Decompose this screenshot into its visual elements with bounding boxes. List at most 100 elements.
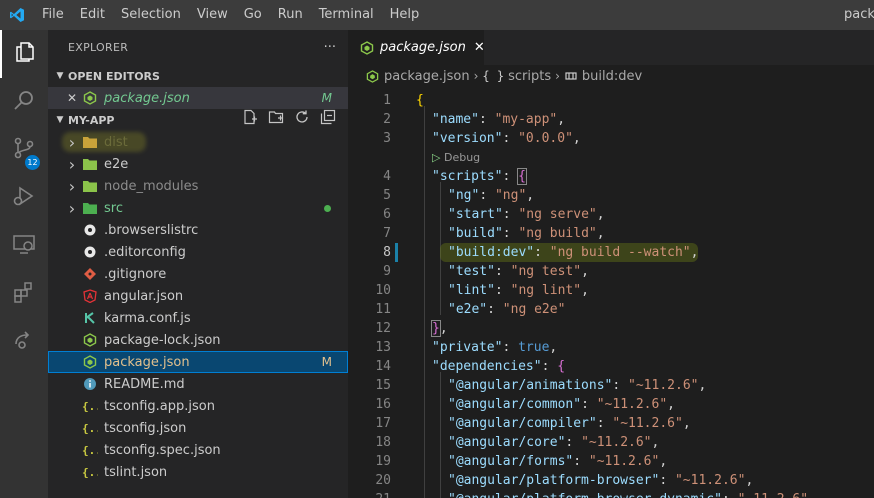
code-text: { xyxy=(416,93,424,108)
explorer-activity-button[interactable] xyxy=(0,30,48,78)
vscode-logo-icon xyxy=(0,0,34,30)
open-editors-section-header[interactable]: ▼ OPEN EDITORS xyxy=(48,65,348,87)
git-status-badge: M xyxy=(321,355,332,369)
tree-item-label: karma.conf.js xyxy=(104,310,191,326)
tree-file--gitignore[interactable]: .gitignore xyxy=(48,263,348,285)
svg-text:{..}: {..} xyxy=(82,400,98,413)
tab-label: package.json xyxy=(380,40,466,55)
tree-folder-e2e[interactable]: › e2e xyxy=(48,153,348,175)
code-text: "start": "ng serve", xyxy=(448,207,605,222)
breadcrumb: package.json › { } scripts › build:dev xyxy=(348,65,874,87)
src-folder-icon xyxy=(82,200,98,216)
debug-codelens[interactable]: ▷ Debug xyxy=(432,148,480,167)
line-number: 8 xyxy=(383,245,391,260)
open-editor-status: M xyxy=(321,91,332,105)
tree-file-package-json[interactable]: package.json M xyxy=(48,351,348,373)
tree-file-package-lock-json[interactable]: package-lock.json xyxy=(48,329,348,351)
tree-file--editorconfig[interactable]: .editorconfig xyxy=(48,241,348,263)
tree-file-tsconfig-spec-json[interactable]: {..} tsconfig.spec.json xyxy=(48,439,348,461)
tree-file-tsconfig-json[interactable]: {..} tsconfig.json xyxy=(48,417,348,439)
code-text: "build": "ng build", xyxy=(448,226,605,241)
menu-help[interactable]: Help xyxy=(382,0,428,30)
collapse-all-icon[interactable] xyxy=(320,109,336,129)
explorer-sidebar: EXPLORER ··· ▼ OPEN EDITORS ✕ package.js… xyxy=(48,30,348,498)
tree-file-tslint-json[interactable]: {..} tslint.json xyxy=(48,461,348,483)
code-line: 2 "name": "my-app", xyxy=(348,110,874,129)
code-line: 13 "private": true, xyxy=(348,338,874,357)
code-text: "version": "0.0.0", xyxy=(432,131,581,146)
code-line: 9 "test": "ng test", xyxy=(348,262,874,281)
menu-selection[interactable]: Selection xyxy=(113,0,189,30)
dist-folder-icon xyxy=(82,134,98,150)
tree-folder-dist[interactable]: › dist xyxy=(48,131,348,153)
source-control-activity-button[interactable]: 12 xyxy=(0,126,48,174)
json-icon: {..} xyxy=(82,398,98,414)
tree-file-readme-md[interactable]: README.md xyxy=(48,373,348,395)
open-editor-item[interactable]: ✕ package.json M xyxy=(48,87,348,109)
refresh-icon[interactable] xyxy=(294,109,310,129)
nodejs-file-icon xyxy=(82,90,98,106)
live-share-icon xyxy=(12,328,36,356)
remote-explorer-activity-button[interactable] xyxy=(0,222,48,270)
code-line: 5 "ng": "ng", xyxy=(348,186,874,205)
code-line: 18 "@angular/core": "~11.2.6", xyxy=(348,433,874,452)
chevron-right-icon: › xyxy=(68,176,76,196)
code-line: 21 "@angular/platform-browser-dynamic": "… xyxy=(348,490,874,498)
menu-edit[interactable]: Edit xyxy=(72,0,113,30)
live-share-activity-button[interactable] xyxy=(0,318,48,366)
code-line: 15 "@angular/animations": "~11.2.6", xyxy=(348,376,874,395)
breadcrumb-build-dev[interactable]: build:dev xyxy=(582,69,642,84)
line-number: 4 xyxy=(383,169,391,184)
tree-folder-src[interactable]: › src xyxy=(48,197,348,219)
nodejs-file-icon xyxy=(366,69,379,83)
tree-file-angular-json[interactable]: angular.json xyxy=(48,285,348,307)
play-icon: ▷ xyxy=(432,151,444,164)
codelens-label: Debug xyxy=(443,151,481,164)
new-folder-icon[interactable] xyxy=(268,109,284,129)
extensions-activity-button[interactable] xyxy=(0,270,48,318)
code-text: "lint": "ng lint", xyxy=(448,283,589,298)
code-text: "@angular/forms": "~11.2.6", xyxy=(448,454,668,469)
json-icon: {..} xyxy=(82,420,98,436)
new-file-icon[interactable] xyxy=(242,109,258,129)
tree-file-karma-conf-js[interactable]: karma.conf.js xyxy=(48,307,348,329)
code-editor[interactable]: 1{2 "name": "my-app", 3 "version": "0.0.0",… xyxy=(348,87,874,498)
menu-go[interactable]: Go xyxy=(236,0,270,30)
more-actions-icon[interactable]: ··· xyxy=(324,40,336,55)
tree-file-tsconfig-app-json[interactable]: {..} tsconfig.app.json xyxy=(48,395,348,417)
modified-dot-icon xyxy=(324,204,331,212)
search-icon xyxy=(12,88,36,116)
tree-item-label: README.md xyxy=(104,376,185,392)
line-number: 20 xyxy=(375,473,391,488)
run-debug-activity-button[interactable] xyxy=(0,174,48,222)
close-tab-icon[interactable]: ✕ xyxy=(474,40,485,55)
code-line: 17 "@angular/compiler": "~11.2.6", xyxy=(348,414,874,433)
menu-run[interactable]: Run xyxy=(270,0,311,30)
tree-folder-node-modules[interactable]: › node_modules xyxy=(48,175,348,197)
source-control-badge: 12 xyxy=(25,155,40,170)
tree-file--browserslistrc[interactable]: .browserslistrc xyxy=(48,219,348,241)
remote-explorer-icon xyxy=(12,232,36,260)
code-text: "@angular/compiler": "~11.2.6", xyxy=(448,416,691,431)
breadcrumb-file[interactable]: package.json xyxy=(384,69,470,84)
code-text: "scripts": { xyxy=(432,168,527,185)
breadcrumb-scripts[interactable]: scripts xyxy=(508,69,551,84)
search-activity-button[interactable] xyxy=(0,78,48,126)
line-number: 11 xyxy=(375,302,391,317)
window-title: packa xyxy=(844,7,874,22)
files-icon xyxy=(13,40,37,68)
tab-package-json[interactable]: package.json ✕ xyxy=(348,30,485,65)
chevron-right-icon: › xyxy=(68,198,76,218)
tree-item-label: node_modules xyxy=(104,178,199,194)
menu-view[interactable]: View xyxy=(189,0,236,30)
menu-file[interactable]: File xyxy=(34,0,72,30)
menu-terminal[interactable]: Terminal xyxy=(311,0,382,30)
line-number: 21 xyxy=(348,490,391,498)
activity-bar: 12 xyxy=(0,30,48,498)
line-number: 9 xyxy=(383,264,391,279)
line-number: 7 xyxy=(383,226,391,241)
close-icon[interactable]: ✕ xyxy=(66,91,78,105)
line-number: 14 xyxy=(375,359,391,374)
explorer-toolbar xyxy=(242,109,336,129)
code-text: }, xyxy=(431,320,448,337)
